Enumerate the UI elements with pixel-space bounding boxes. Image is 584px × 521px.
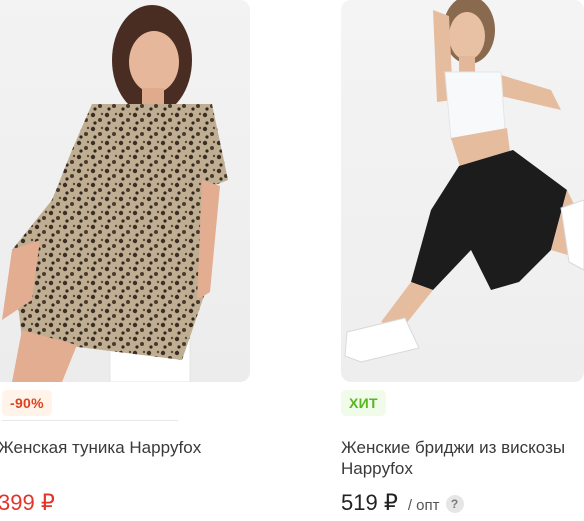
- help-icon[interactable]: ?: [445, 495, 464, 513]
- divider: [2, 420, 178, 421]
- discount-badge: -90%: [2, 390, 52, 416]
- product-price: 519 ₽: [341, 490, 398, 515]
- price-row: 399 ₽: [0, 490, 55, 516]
- price-unit: / опт: [407, 497, 440, 514]
- model-in-leopard-tunic-image: [2, 5, 228, 382]
- product-image[interactable]: [341, 0, 584, 382]
- product-price: 399 ₽: [0, 490, 55, 515]
- product-image[interactable]: [0, 0, 250, 382]
- product-title[interactable]: Женская туника Happyfox: [0, 437, 228, 458]
- product-card[interactable]: ХИТ Женские бриджи из вискозы Happyfox 5…: [341, 0, 584, 515]
- product-card[interactable]: -90% Женская туника Happyfox 399 ₽: [0, 0, 252, 515]
- product-title[interactable]: Женские бриджи из вискозы Happyfox: [341, 437, 571, 479]
- price-row: 519 ₽ / опт ?: [341, 490, 464, 516]
- model-in-black-breeches-image: [344, 0, 584, 363]
- hit-badge: ХИТ: [341, 390, 386, 416]
